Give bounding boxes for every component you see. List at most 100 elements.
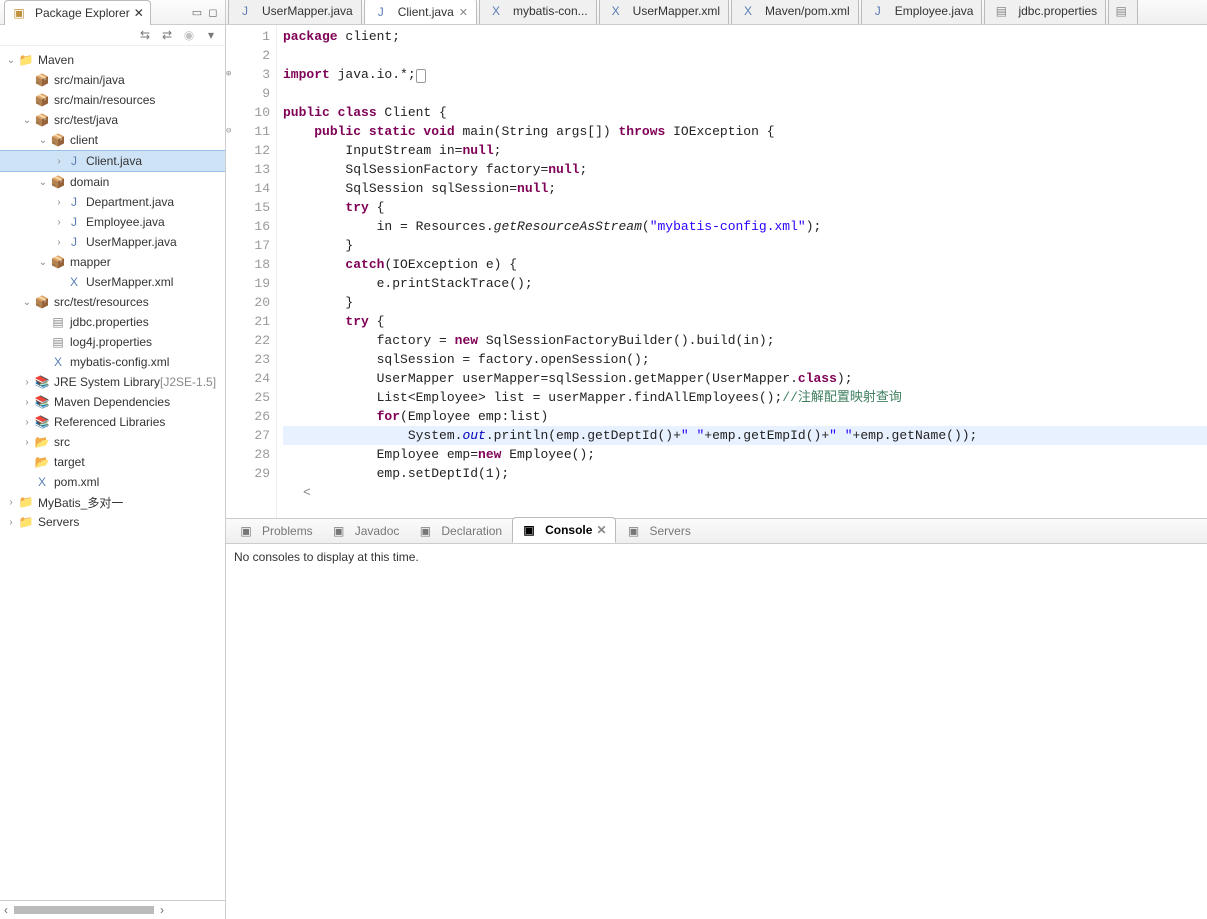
gutter-line[interactable]: 3⊕: [228, 65, 270, 84]
tree-twisty-icon[interactable]: ›: [52, 237, 66, 248]
bottom-tab[interactable]: ▣Console ✕: [512, 517, 615, 543]
tree-twisty-icon[interactable]: ⌄: [36, 257, 50, 268]
tree-twisty-icon[interactable]: ›: [4, 517, 18, 528]
code-line[interactable]: InputStream in=null;: [283, 141, 1207, 160]
gutter-line[interactable]: 27: [228, 426, 270, 445]
collapse-all-button[interactable]: ⇆: [137, 27, 153, 43]
package-explorer-tab[interactable]: ▣ Package Explorer ✕: [4, 0, 151, 25]
tree-twisty-icon[interactable]: ›: [52, 217, 66, 228]
gutter-line[interactable]: 26: [228, 407, 270, 426]
gutter-line[interactable]: 12: [228, 141, 270, 160]
code-line[interactable]: }: [283, 293, 1207, 312]
link-with-editor-button[interactable]: ⇄: [159, 27, 175, 43]
gutter-line[interactable]: 28: [228, 445, 270, 464]
code-line[interactable]: try {: [283, 312, 1207, 331]
code-line[interactable]: try {: [283, 198, 1207, 217]
bottom-tab[interactable]: ▣Javadoc: [323, 519, 408, 543]
code-line[interactable]: sqlSession = factory.openSession();: [283, 350, 1207, 369]
tree-node[interactable]: ▤jdbc.properties: [0, 312, 225, 332]
code-line[interactable]: Employee emp=new Employee();: [283, 445, 1207, 464]
code-line[interactable]: [283, 84, 1207, 103]
gutter-line[interactable]: 15: [228, 198, 270, 217]
gutter-line[interactable]: 18: [228, 255, 270, 274]
editor-tab[interactable]: XUserMapper.xml: [599, 0, 729, 24]
editor-hscroll-left[interactable]: <: [283, 483, 1207, 499]
tree-node[interactable]: ›JEmployee.java: [0, 212, 225, 232]
tree-node[interactable]: ⌄📁Maven: [0, 50, 225, 70]
tree-twisty-icon[interactable]: ⌄: [20, 297, 34, 308]
close-tab-icon[interactable]: ✕: [459, 6, 468, 19]
tree-node[interactable]: Xpom.xml: [0, 472, 225, 492]
code-line[interactable]: SqlSessionFactory factory=null;: [283, 160, 1207, 179]
editor-gutter[interactable]: 123⊕91011⊖121314151617181920212223242526…: [226, 25, 277, 518]
tree-node[interactable]: Xmybatis-config.xml: [0, 352, 225, 372]
tree-twisty-icon[interactable]: ⌄: [36, 177, 50, 188]
code-line[interactable]: List<Employee> list = userMapper.findAll…: [283, 388, 1207, 407]
code-line[interactable]: package client;: [283, 27, 1207, 46]
gutter-line[interactable]: 21: [228, 312, 270, 331]
tree-twisty-icon[interactable]: ›: [52, 156, 66, 167]
focus-task-button[interactable]: ◉: [181, 27, 197, 43]
code-line[interactable]: SqlSession sqlSession=null;: [283, 179, 1207, 198]
tree-twisty-icon[interactable]: ›: [20, 417, 34, 428]
gutter-line[interactable]: 13: [228, 160, 270, 179]
gutter-line[interactable]: 29: [228, 464, 270, 483]
fold-annotation-icon[interactable]: ⊖: [226, 122, 231, 141]
code-line[interactable]: [283, 46, 1207, 65]
gutter-line[interactable]: 10: [228, 103, 270, 122]
code-line[interactable]: emp.setDeptId(1);: [283, 464, 1207, 483]
code-line[interactable]: public class Client {: [283, 103, 1207, 122]
tree-node[interactable]: ›📚JRE System Library [J2SE-1.5]: [0, 372, 225, 392]
view-menu-button[interactable]: ▾: [203, 27, 219, 43]
tree-twisty-icon[interactable]: ›: [52, 197, 66, 208]
tree-twisty-icon[interactable]: ›: [20, 377, 34, 388]
tree-node[interactable]: ›JDepartment.java: [0, 192, 225, 212]
tree-twisty-icon[interactable]: ⌄: [4, 55, 18, 66]
gutter-line[interactable]: 11⊖: [228, 122, 270, 141]
editor-tab-overflow[interactable]: ▤: [1108, 0, 1138, 24]
chevron-left-icon[interactable]: ‹: [4, 903, 8, 917]
gutter-line[interactable]: 19: [228, 274, 270, 293]
tree-node[interactable]: ⌄📦src/test/java: [0, 110, 225, 130]
gutter-line[interactable]: 9: [228, 84, 270, 103]
gutter-line[interactable]: 1: [228, 27, 270, 46]
tree-node[interactable]: ›📚Referenced Libraries: [0, 412, 225, 432]
tree-node[interactable]: ›JClient.java: [0, 150, 225, 172]
tree-node[interactable]: XUserMapper.xml: [0, 272, 225, 292]
maximize-view-button[interactable]: ◻: [205, 4, 221, 20]
gutter-line[interactable]: 14: [228, 179, 270, 198]
explorer-scrollbar[interactable]: [14, 906, 154, 914]
minimize-view-button[interactable]: ▭: [189, 4, 205, 20]
tree-node[interactable]: 📦src/main/resources: [0, 90, 225, 110]
tree-twisty-icon[interactable]: ⌄: [20, 115, 34, 126]
chevron-right-icon[interactable]: ›: [160, 903, 164, 917]
tree-node[interactable]: ›📁MyBatis_多对一: [0, 492, 225, 512]
code-line[interactable]: System.out.println(emp.getDeptId()+" "+e…: [283, 426, 1207, 445]
code-line[interactable]: UserMapper userMapper=sqlSession.getMapp…: [283, 369, 1207, 388]
tree-node[interactable]: ⌄📦client: [0, 130, 225, 150]
tree-node[interactable]: ⌄📦mapper: [0, 252, 225, 272]
close-tab-icon[interactable]: ✕: [596, 523, 606, 537]
tree-node[interactable]: ›📚Maven Dependencies: [0, 392, 225, 412]
tree-twisty-icon[interactable]: ⌄: [36, 135, 50, 146]
editor-tab[interactable]: JUserMapper.java: [228, 0, 362, 24]
tree-node[interactable]: 📂target: [0, 452, 225, 472]
gutter-line[interactable]: 16: [228, 217, 270, 236]
editor-tab[interactable]: JEmployee.java: [861, 0, 983, 24]
code-line[interactable]: }: [283, 236, 1207, 255]
tree-twisty-icon[interactable]: ›: [4, 497, 18, 508]
code-line[interactable]: for(Employee emp:list): [283, 407, 1207, 426]
bottom-tab[interactable]: ▣Servers: [618, 519, 699, 543]
gutter-line[interactable]: 22: [228, 331, 270, 350]
code-line[interactable]: factory = new SqlSessionFactoryBuilder()…: [283, 331, 1207, 350]
editor-tab[interactable]: XMaven/pom.xml: [731, 0, 859, 24]
editor-tab[interactable]: JClient.java✕: [364, 0, 477, 25]
tree-node[interactable]: ▤log4j.properties: [0, 332, 225, 352]
tree-twisty-icon[interactable]: ›: [20, 397, 34, 408]
gutter-line[interactable]: 20: [228, 293, 270, 312]
tree-node[interactable]: ›📁Servers: [0, 512, 225, 532]
code-line[interactable]: e.printStackTrace();: [283, 274, 1207, 293]
fold-annotation-icon[interactable]: ⊕: [226, 65, 231, 84]
editor-tab[interactable]: ▤jdbc.properties: [984, 0, 1106, 24]
code-editor[interactable]: 123⊕91011⊖121314151617181920212223242526…: [226, 25, 1207, 518]
